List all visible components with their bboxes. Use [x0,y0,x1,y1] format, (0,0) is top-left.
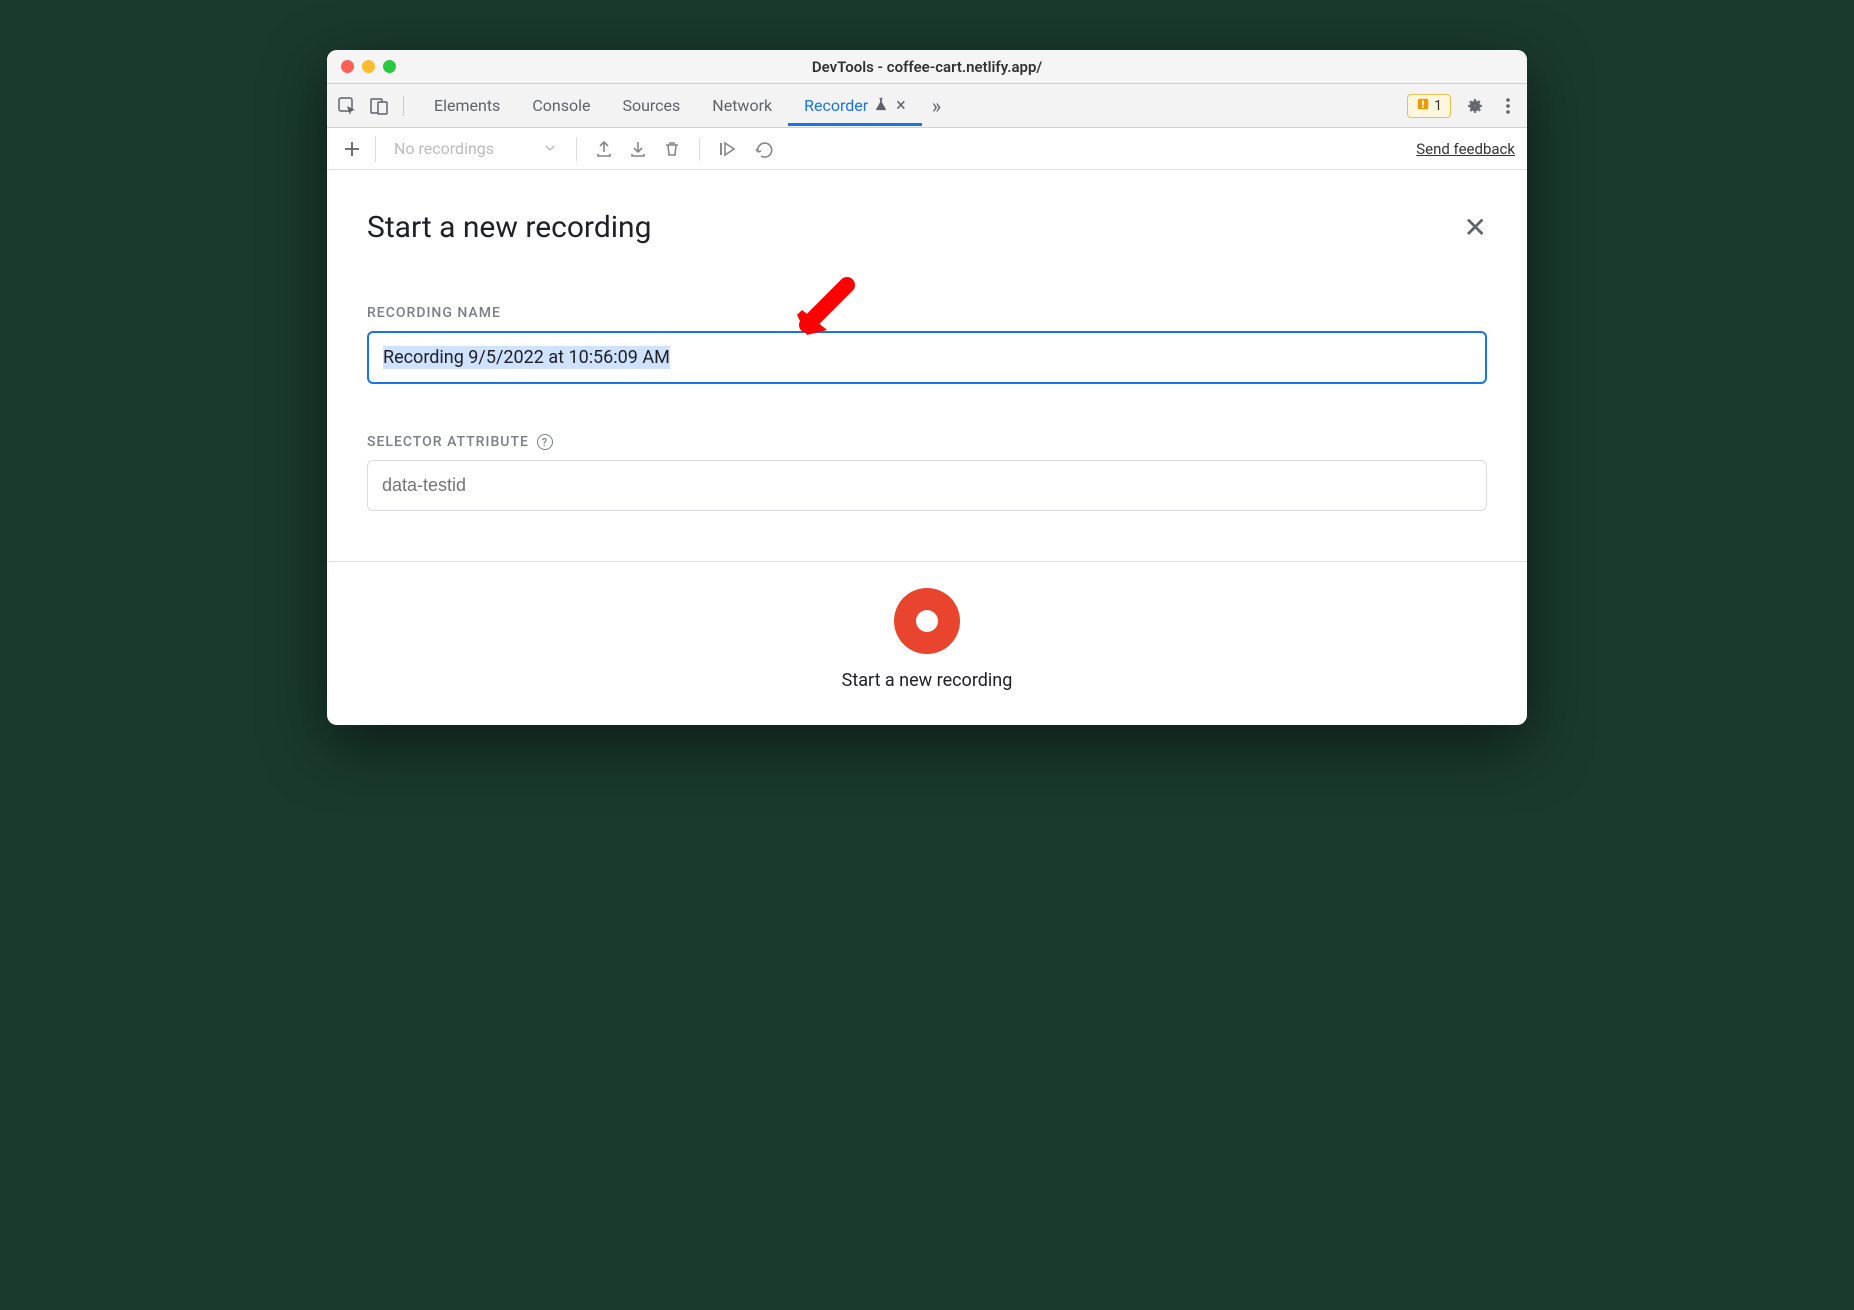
chevron-down-icon [544,139,556,158]
divider [576,137,577,161]
titlebar: DevTools - coffee-cart.netlify.app/ [327,50,1527,84]
export-icon[interactable] [591,136,617,162]
recording-name-input[interactable]: Recording 9/5/2022 at 10:56:09 AM [367,331,1487,384]
inspect-element-icon[interactable] [337,96,357,116]
warning-icon [1416,97,1430,115]
tab-close-icon[interactable]: × [896,95,906,116]
selector-attribute-label: SELECTOR ATTRIBUTE ? [367,434,1487,450]
recording-name-value: Recording 9/5/2022 at 10:56:09 AM [383,346,670,369]
more-menu-icon[interactable] [1499,97,1517,115]
start-recording-button[interactable] [894,588,960,654]
tabs-overflow-icon[interactable]: » [922,94,951,118]
settings-icon[interactable] [1465,96,1485,116]
recordings-dropdown[interactable]: No recordings [388,139,562,158]
send-feedback-link[interactable]: Send feedback [1416,140,1515,158]
divider [699,137,700,161]
main-panel: Start a new recording ✕ RECORDING NAME R… [327,170,1527,561]
tab-network[interactable]: Network [696,86,788,125]
recordings-dropdown-label: No recordings [394,139,494,158]
maximize-window-button[interactable] [383,60,396,73]
page-title: Start a new recording [367,210,651,245]
tab-elements[interactable]: Elements [418,86,516,125]
warning-count: 1 [1434,98,1442,114]
device-toggle-icon[interactable] [369,96,389,116]
recording-name-label: RECORDING NAME [367,305,1487,321]
delete-icon[interactable] [659,136,685,162]
traffic-lights [341,60,396,73]
flask-icon [874,96,888,115]
selector-attribute-input[interactable] [367,460,1487,511]
close-panel-icon[interactable]: ✕ [1464,211,1487,244]
help-icon[interactable]: ? [537,434,553,450]
recorder-toolbar: No recordings Send feedback [327,128,1527,170]
start-recording-label: Start a new recording [842,670,1013,691]
import-icon[interactable] [625,136,651,162]
minimize-window-button[interactable] [362,60,375,73]
replay-icon[interactable] [750,136,778,162]
tabbar: Elements Console Sources Network Recorde… [327,84,1527,128]
devtools-window: DevTools - coffee-cart.netlify.app/ Elem… [327,50,1527,725]
new-recording-icon[interactable] [339,136,365,162]
close-window-button[interactable] [341,60,354,73]
warnings-badge[interactable]: 1 [1407,94,1451,118]
window-title: DevTools - coffee-cart.netlify.app/ [812,58,1042,76]
tab-sources[interactable]: Sources [606,86,696,125]
play-step-icon[interactable] [714,136,742,162]
tab-recorder[interactable]: Recorder × [788,85,922,126]
tab-console[interactable]: Console [516,86,606,125]
footer: Start a new recording [327,561,1527,725]
